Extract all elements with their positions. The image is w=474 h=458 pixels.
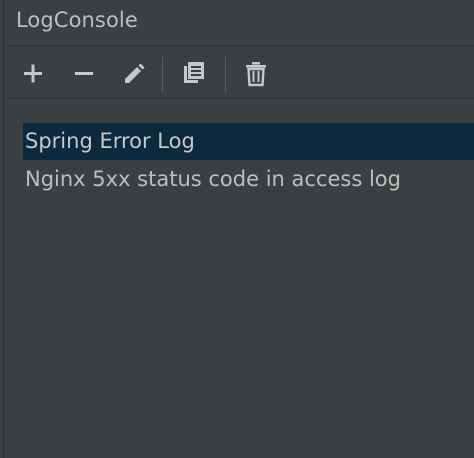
edit-button[interactable] [117, 57, 149, 89]
toolbar-separator [225, 57, 226, 93]
toolbar-separator [162, 57, 163, 93]
remove-button[interactable] [68, 57, 100, 89]
log-console-panel: LogConsole Spring Error Log Nginx 5xx st… [3, 0, 474, 458]
pencil-icon [125, 63, 145, 83]
copy-icon [184, 62, 204, 83]
panel-title: LogConsole [16, 8, 138, 32]
trash-icon [246, 62, 266, 87]
log-format-list: Spring Error Log Nginx 5xx status code i… [4, 99, 474, 458]
add-button[interactable] [17, 57, 49, 89]
plus-icon [24, 64, 42, 83]
copy-button[interactable] [177, 57, 209, 89]
delete-button[interactable] [240, 57, 272, 89]
panel-header: LogConsole [4, 0, 474, 46]
list-item[interactable]: Spring Error Log [23, 123, 474, 160]
minus-icon [75, 72, 93, 75]
toolbar [4, 47, 474, 99]
list-item[interactable]: Nginx 5xx status code in access log [23, 161, 474, 198]
